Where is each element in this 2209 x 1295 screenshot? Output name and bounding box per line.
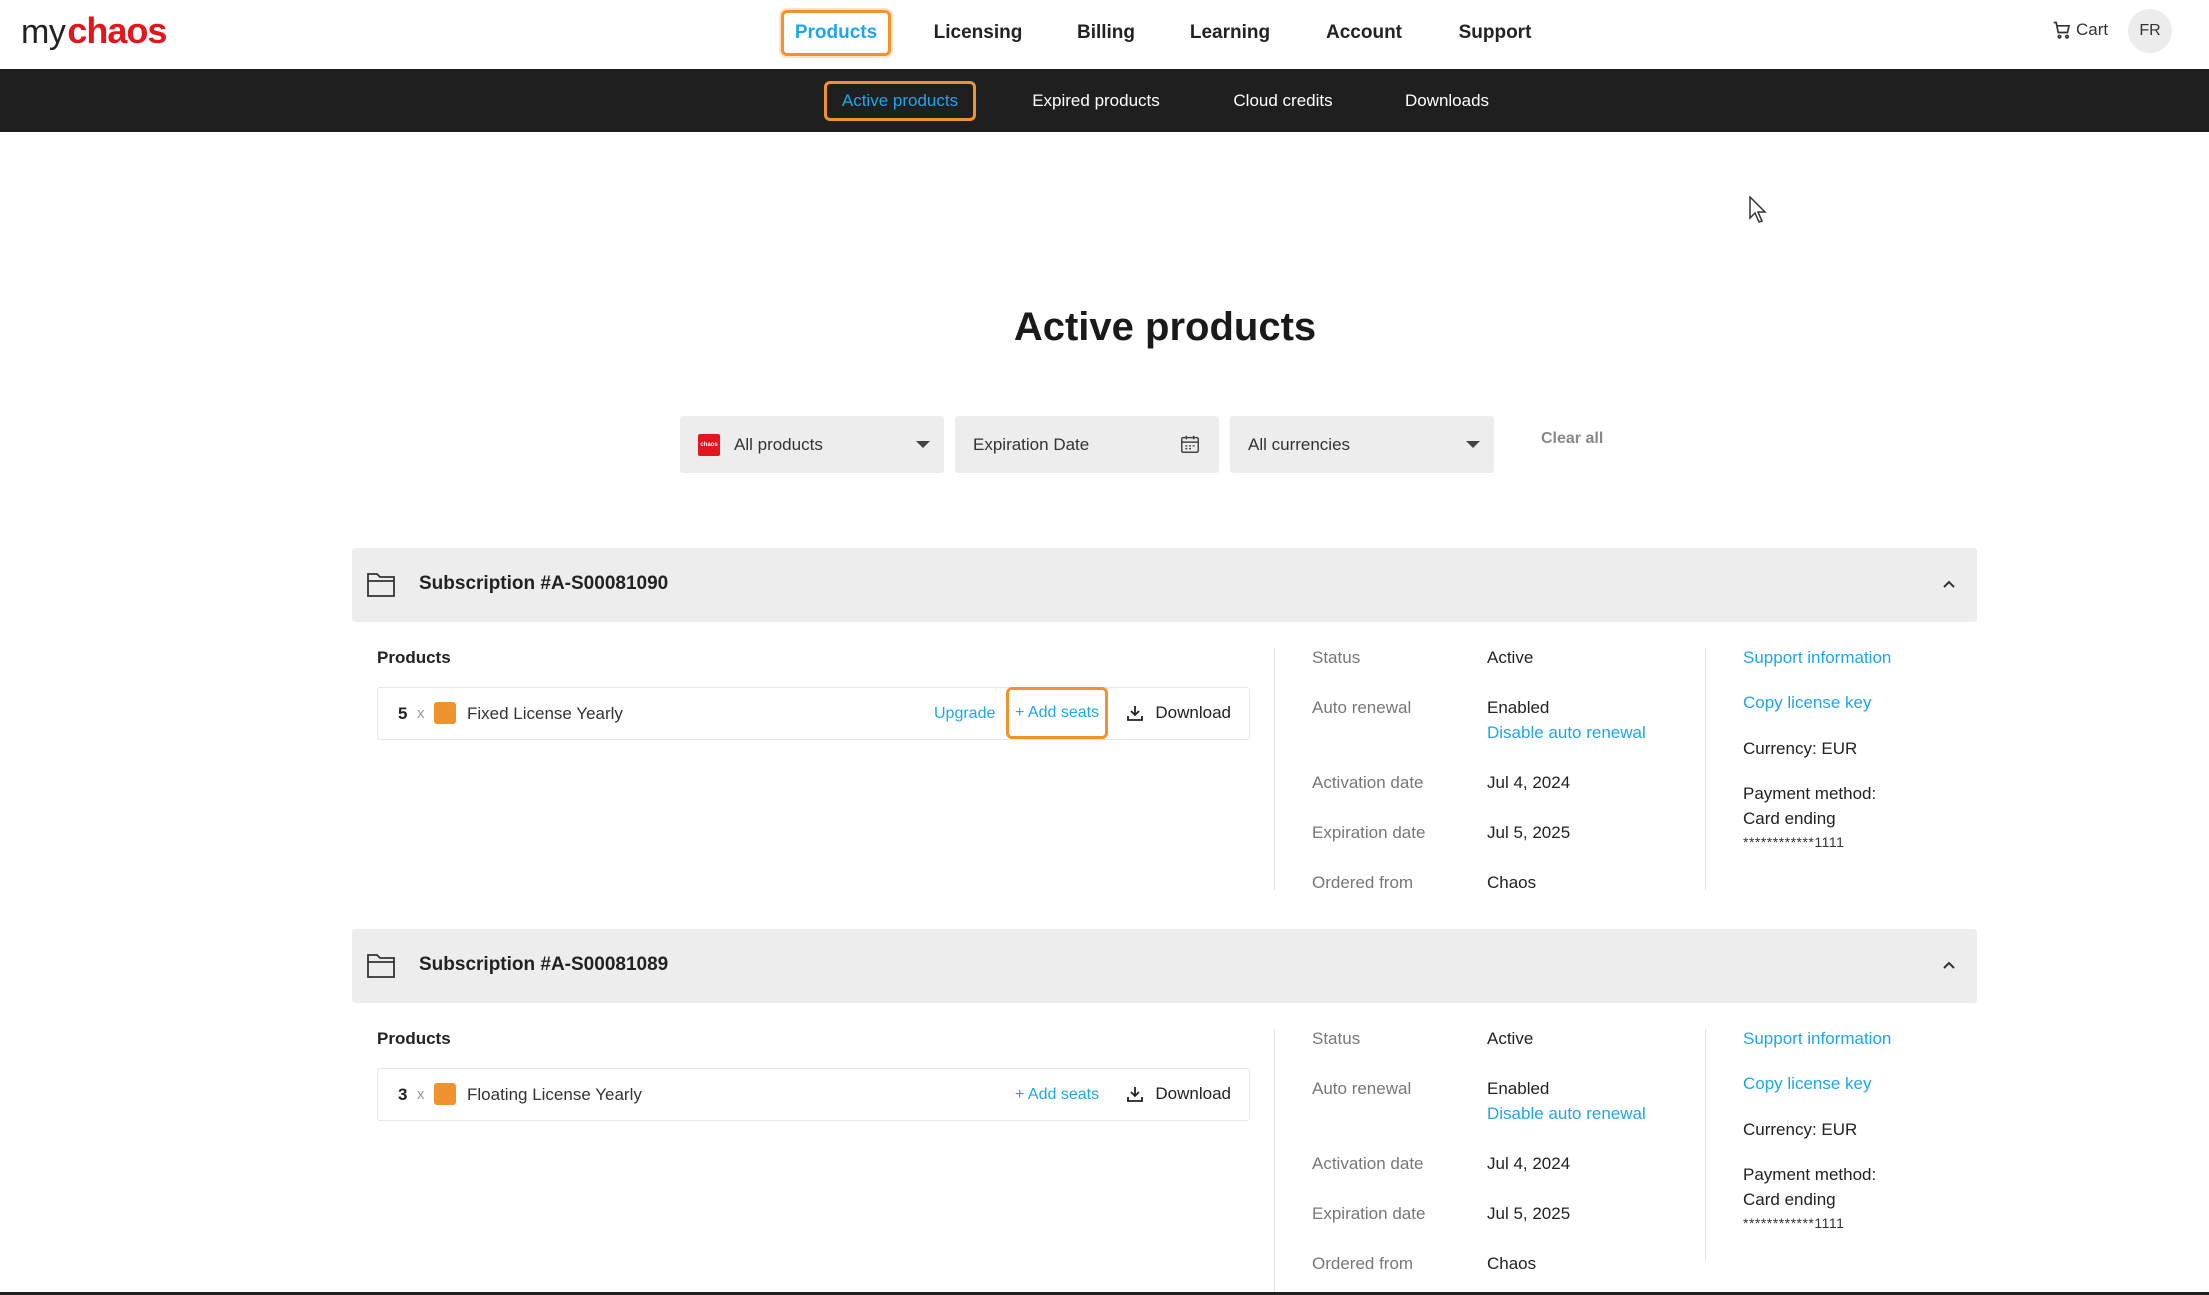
products-label: Products (377, 1029, 451, 1048)
disable-auto-renewal-link[interactable]: Disable auto renewal (1487, 1104, 1646, 1124)
auto-renewal-value: Enabled (1487, 1079, 1550, 1098)
nav-learning[interactable]: Learning (1183, 10, 1277, 56)
cart-icon (2053, 21, 2071, 39)
expiration-date-label: Expiration date (1312, 823, 1426, 842)
card-ending-label: Card ending (1743, 809, 1836, 828)
currencies-filter-value: All currencies (1248, 434, 1351, 454)
download-icon (1127, 706, 1144, 721)
subnav-cloud-credits[interactable]: Cloud credits (1220, 81, 1346, 121)
subscription-header[interactable]: Subscription #A-S00081089 (352, 929, 1977, 1003)
product-name: Fixed License Yearly (467, 704, 623, 723)
expiration-date-value: Jul 5, 2025 (1487, 823, 1571, 842)
download-button[interactable]: Download (1127, 703, 1231, 723)
folder-icon (367, 954, 395, 978)
add-seats-link[interactable]: + Add seats (1015, 1086, 1099, 1104)
activation-date-label: Activation date (1312, 773, 1424, 792)
download-label: Download (1155, 1084, 1231, 1103)
copy-license-key-link[interactable]: Copy license key (1743, 693, 1872, 713)
calendar-icon (1181, 435, 1199, 453)
download-button[interactable]: Download (1127, 1084, 1231, 1104)
copy-license-key-link[interactable]: Copy license key (1743, 1074, 1872, 1094)
divider (1705, 648, 1706, 890)
currency-text: Currency: EUR (1743, 1120, 1858, 1139)
expiration-date-value: Jul 5, 2025 (1487, 1204, 1571, 1223)
status-label: Status (1312, 648, 1361, 667)
cart-label: Cart (2076, 20, 2109, 39)
nav-billing[interactable]: Billing (1068, 10, 1144, 56)
activation-date-value: Jul 4, 2024 (1487, 1154, 1571, 1173)
times-sign: x (417, 1086, 425, 1103)
ordered-from-label: Ordered from (1312, 873, 1414, 892)
ordered-from-label: Ordered from (1312, 1254, 1414, 1273)
main-nav: Products Licensing Billing Learning Acco… (0, 0, 2209, 69)
support-information-link[interactable]: Support information (1743, 648, 1891, 668)
products-filter-select[interactable]: chaos All products (680, 416, 944, 473)
card-number-masked: ************1111 (1743, 1215, 1845, 1231)
user-avatar[interactable]: FR (2128, 9, 2172, 53)
mouse-cursor-icon (1749, 196, 1767, 223)
divider (1274, 648, 1275, 890)
subscription-title: Subscription #A-S00081090 (419, 573, 669, 594)
auto-renewal-label: Auto renewal (1312, 698, 1412, 717)
activation-date-label: Activation date (1312, 1154, 1424, 1173)
subscription-title: Subscription #A-S00081089 (419, 954, 669, 975)
product-quantity: 5 (398, 704, 408, 723)
expiration-date-picker[interactable]: Expiration Date (955, 416, 1219, 473)
clear-all-button[interactable]: Clear all (1541, 430, 1603, 448)
support-information-link[interactable]: Support information (1743, 1029, 1891, 1049)
ordered-from-value: Chaos (1487, 1254, 1537, 1273)
payment-method-label: Payment method: (1743, 1165, 1877, 1184)
disable-auto-renewal-link[interactable]: Disable auto renewal (1487, 723, 1646, 743)
product-quantity: 3 (398, 1085, 408, 1104)
divider (1274, 1029, 1275, 1292)
product-icon (434, 702, 456, 724)
subscription-header[interactable]: Subscription #A-S00081090 (352, 548, 1977, 622)
subnav-active-products[interactable]: Active products (824, 81, 976, 121)
download-icon (1127, 1087, 1144, 1102)
status-label: Status (1312, 1029, 1361, 1048)
currencies-filter-select[interactable]: All currencies (1230, 416, 1494, 473)
ordered-from-value: Chaos (1487, 873, 1537, 892)
chevron-down-icon (1466, 441, 1480, 448)
nav-products[interactable]: Products (781, 10, 891, 56)
expiration-date-placeholder: Expiration Date (973, 434, 1090, 454)
auto-renewal-value: Enabled (1487, 698, 1550, 717)
product-icon (434, 1083, 456, 1105)
download-label: Download (1155, 703, 1231, 722)
chevron-up-icon[interactable] (1941, 957, 1957, 973)
chevron-up-icon[interactable] (1941, 576, 1957, 592)
subnav-expired-products[interactable]: Expired products (1018, 81, 1174, 121)
chevron-down-icon (916, 441, 930, 448)
card-ending-label: Card ending (1743, 1190, 1836, 1209)
product-row: 3 x Floating License Yearly + Add seats … (377, 1068, 1250, 1121)
page-title: Active products (1013, 305, 1317, 349)
currency-text: Currency: EUR (1743, 739, 1858, 758)
subnav-downloads[interactable]: Downloads (1390, 81, 1504, 121)
sub-nav: Active products Expired products Cloud c… (0, 69, 2209, 132)
product-row: 5 x Fixed License Yearly Upgrade + Add s… (377, 687, 1250, 740)
products-label: Products (377, 648, 451, 667)
nav-licensing[interactable]: Licensing (928, 10, 1028, 56)
nav-support[interactable]: Support (1450, 10, 1540, 56)
status-value: Active (1487, 1029, 1534, 1048)
cart-button[interactable]: Cart (2052, 16, 2108, 44)
auto-renewal-label: Auto renewal (1312, 1079, 1412, 1098)
chaos-logo-icon: chaos (698, 433, 720, 456)
divider (1705, 1029, 1706, 1261)
folder-icon (367, 573, 395, 597)
expiration-date-label: Expiration date (1312, 1204, 1426, 1223)
activation-date-value: Jul 4, 2024 (1487, 773, 1571, 792)
upgrade-link[interactable]: Upgrade (934, 705, 995, 723)
status-value: Active (1487, 648, 1534, 667)
payment-method-label: Payment method: (1743, 784, 1877, 803)
products-filter-value: All products (734, 434, 823, 454)
nav-account[interactable]: Account (1318, 10, 1410, 56)
product-name: Floating License Yearly (467, 1085, 642, 1104)
add-seats-link[interactable]: + Add seats (1006, 687, 1109, 739)
card-number-masked: ************1111 (1743, 834, 1845, 850)
top-header: my chaos Products Licensing Billing Lear… (0, 0, 2209, 69)
times-sign: x (417, 705, 425, 722)
